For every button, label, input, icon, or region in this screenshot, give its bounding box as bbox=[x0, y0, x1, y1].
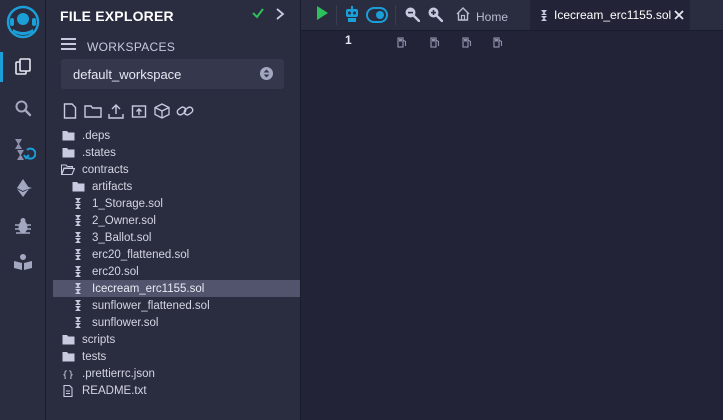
publish-gist-icon[interactable] bbox=[152, 101, 172, 121]
tree-folder-item[interactable]: tests bbox=[53, 348, 300, 365]
tree-item-label: erc20.sol bbox=[92, 265, 139, 278]
tree-file-item[interactable]: 1_Storage.sol bbox=[53, 195, 300, 212]
home-icon bbox=[455, 6, 471, 27]
tree-folder-item[interactable]: contracts bbox=[53, 161, 300, 178]
new-folder-icon[interactable] bbox=[83, 101, 103, 121]
folder-icon bbox=[61, 129, 75, 143]
gas-pump-icon bbox=[430, 35, 440, 53]
select-arrows-icon bbox=[260, 67, 273, 85]
text-file-icon bbox=[61, 384, 75, 398]
solidity-file-icon bbox=[71, 197, 85, 211]
debugger-icon[interactable] bbox=[0, 214, 45, 238]
folder-icon bbox=[71, 180, 85, 194]
tree-folder-item[interactable]: artifacts bbox=[53, 178, 300, 195]
folder-icon bbox=[61, 333, 75, 347]
solidity-file-icon bbox=[71, 316, 85, 330]
solidity-file-icon bbox=[71, 231, 85, 245]
tree-file-item[interactable]: sunflower_flattened.sol bbox=[53, 297, 300, 314]
tree-file-item[interactable]: erc20.sol bbox=[53, 263, 300, 280]
tree-item-label: Icecream_erc1155.sol bbox=[92, 282, 205, 295]
tree-item-label: tests bbox=[82, 350, 107, 363]
tree-folder-item[interactable]: .deps bbox=[53, 127, 300, 144]
gas-pump-icon bbox=[397, 35, 407, 53]
gas-pump-icon bbox=[493, 35, 503, 53]
solidity-file-icon bbox=[71, 282, 85, 296]
divider bbox=[395, 5, 396, 25]
check-icon bbox=[251, 6, 265, 25]
panel-title: FILE EXPLORER bbox=[60, 8, 174, 24]
remix-logo-icon[interactable] bbox=[0, 4, 45, 40]
tree-item-label: sunflower_flattened.sol bbox=[92, 299, 210, 312]
hamburger-menu-icon[interactable] bbox=[61, 37, 77, 56]
solidity-file-icon bbox=[71, 214, 85, 228]
gas-pump-icon bbox=[462, 35, 472, 53]
folder-icon bbox=[61, 350, 75, 364]
home-tab-label: Home bbox=[476, 9, 509, 24]
new-file-icon[interactable] bbox=[60, 101, 80, 121]
tree-item-label: .states bbox=[82, 146, 116, 159]
upload-folder-icon[interactable] bbox=[129, 101, 149, 121]
solidity-file-icon bbox=[71, 265, 85, 279]
folder-open-icon bbox=[61, 163, 75, 177]
tree-item-label: 2_Owner.sol bbox=[92, 214, 156, 227]
toggle-switch[interactable] bbox=[366, 7, 388, 23]
run-icon[interactable] bbox=[315, 5, 329, 21]
home-tab[interactable]: Home bbox=[455, 6, 508, 27]
tree-item-label: .prettierrc.json bbox=[82, 367, 155, 380]
line-number: 1 bbox=[345, 33, 352, 47]
tree-item-label: contracts bbox=[82, 163, 129, 176]
learneth-icon[interactable] bbox=[0, 250, 45, 274]
robot-icon[interactable] bbox=[344, 5, 360, 23]
deploy-run-icon[interactable] bbox=[0, 176, 45, 200]
tree-folder-item[interactable]: .states bbox=[53, 144, 300, 161]
zoom-in-icon[interactable] bbox=[427, 6, 443, 22]
tree-folder-item[interactable]: scripts bbox=[53, 331, 300, 348]
tree-item-label: scripts bbox=[82, 333, 116, 346]
tree-item-label: .deps bbox=[82, 129, 111, 142]
solidity-compiler-icon[interactable] bbox=[0, 136, 45, 162]
tree-file-item[interactable]: erc20_flattened.sol bbox=[53, 246, 300, 263]
json-file-icon: {} bbox=[61, 367, 75, 381]
solidity-file-icon bbox=[71, 299, 85, 313]
tree-file-item[interactable]: README.txt bbox=[53, 382, 300, 399]
tree-item-label: 3_Ballot.sol bbox=[92, 231, 152, 244]
file-explorer-icon[interactable] bbox=[0, 55, 45, 79]
tree-file-item[interactable]: sunflower.sol bbox=[53, 314, 300, 331]
tree-file-item[interactable]: 2_Owner.sol bbox=[53, 212, 300, 229]
tree-file-item[interactable]: 3_Ballot.sol bbox=[53, 229, 300, 246]
file-explorer-panel: FILE EXPLORER WORKSPACES default_workspa… bbox=[46, 0, 301, 420]
active-tab-label: Icecream_erc1155.sol bbox=[554, 8, 672, 22]
svg-text:{}: {} bbox=[62, 370, 74, 379]
file-toolbar bbox=[60, 101, 195, 121]
tab-icecream-erc1155[interactable]: Icecream_erc1155.sol bbox=[530, 0, 690, 30]
workspace-select[interactable]: default_workspace bbox=[61, 59, 284, 89]
close-icon[interactable] bbox=[673, 8, 685, 26]
workspace-selected-value: default_workspace bbox=[73, 66, 182, 82]
upload-file-icon[interactable] bbox=[106, 101, 126, 121]
folder-icon bbox=[61, 146, 75, 160]
tree-file-item[interactable]: Icecream_erc1155.sol bbox=[53, 280, 300, 297]
tree-item-label: artifacts bbox=[92, 180, 133, 193]
file-tree: .deps .states contracts artifacts 1_Storage.… bbox=[53, 127, 300, 399]
line-gutter: 1 bbox=[301, 31, 376, 420]
code-editor[interactable] bbox=[376, 31, 723, 420]
tree-item-label: sunflower.sol bbox=[92, 316, 159, 329]
tree-file-item[interactable]: {} .prettierrc.json bbox=[53, 365, 300, 382]
search-icon[interactable] bbox=[0, 96, 45, 120]
editor-topbar: Home Icecream_erc1155.sol bbox=[301, 0, 723, 31]
tree-item-label: README.txt bbox=[82, 384, 147, 397]
zoom-out-icon[interactable] bbox=[404, 6, 420, 22]
link-icon[interactable] bbox=[175, 101, 195, 121]
chevron-right-icon[interactable] bbox=[275, 7, 285, 26]
workspaces-label: WORKSPACES bbox=[87, 39, 176, 54]
divider bbox=[336, 5, 337, 25]
tree-item-label: 1_Storage.sol bbox=[92, 197, 163, 210]
tree-item-label: erc20_flattened.sol bbox=[92, 248, 190, 261]
solidity-file-icon bbox=[540, 9, 548, 22]
icon-bar bbox=[0, 0, 46, 420]
workspaces-header: WORKSPACES bbox=[61, 37, 175, 56]
solidity-file-icon bbox=[71, 248, 85, 262]
